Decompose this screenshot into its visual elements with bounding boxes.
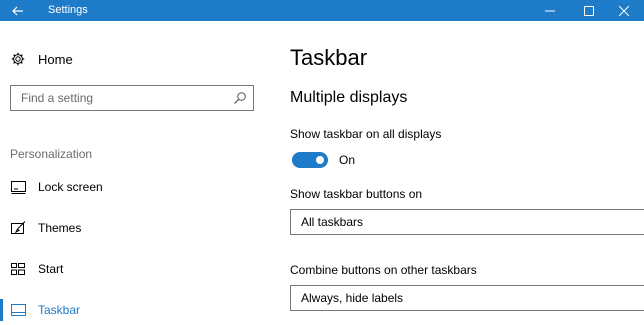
window-title: Settings — [48, 4, 88, 16]
sidebar-item-label: Lock screen — [38, 180, 103, 194]
sidebar-item-label: Taskbar — [38, 303, 81, 317]
show-buttons-on-dropdown[interactable]: All taskbars — [290, 209, 644, 235]
sidebar-item-taskbar[interactable]: Taskbar — [0, 295, 270, 325]
sidebar-item-label: Start — [38, 262, 64, 276]
close-button[interactable] — [604, 0, 644, 21]
search-input[interactable] — [11, 86, 229, 110]
sidebar-item-label: Themes — [38, 221, 82, 235]
lock-screen-icon — [10, 179, 26, 195]
sidebar-item-start[interactable]: Start — [0, 254, 270, 284]
sidebar: Home Personalization Lock screen Themes — [0, 21, 270, 321]
close-icon — [619, 5, 629, 16]
themes-brush-icon — [10, 220, 26, 236]
title-bar: Settings — [0, 0, 644, 21]
show-buttons-on-label: Show taskbar buttons on — [290, 187, 423, 201]
section-title: Multiple displays — [290, 89, 408, 106]
maximize-icon — [584, 5, 594, 16]
section-label-personalization: Personalization — [10, 147, 93, 161]
sidebar-item-themes[interactable]: Themes — [0, 213, 270, 243]
taskbar-icon — [10, 302, 26, 318]
search-icon[interactable] — [233, 91, 247, 105]
sidebar-item-lock-screen[interactable]: Lock screen — [0, 172, 270, 202]
back-button[interactable] — [0, 0, 36, 21]
toggle-state-text: On — [339, 153, 356, 167]
gear-icon — [10, 51, 26, 67]
home-nav-item[interactable]: Home — [10, 49, 73, 69]
main-content: Taskbar Multiple displays Show taskbar o… — [290, 21, 644, 318]
home-label: Home — [38, 51, 73, 67]
maximize-button[interactable] — [569, 0, 609, 21]
page-title: Taskbar — [290, 45, 368, 70]
combine-buttons-dropdown[interactable]: Always, hide labels — [290, 285, 644, 311]
start-icon — [10, 261, 26, 277]
show-all-displays-label: Show taskbar on all displays — [290, 127, 442, 141]
back-arrow-icon — [12, 6, 23, 15]
toggle-knob — [316, 156, 324, 164]
search-box — [10, 85, 254, 111]
minimize-button[interactable] — [530, 0, 570, 21]
show-all-displays-toggle[interactable] — [292, 152, 328, 168]
combine-buttons-label: Combine buttons on other taskbars — [290, 263, 477, 277]
minimize-icon — [545, 10, 555, 11]
